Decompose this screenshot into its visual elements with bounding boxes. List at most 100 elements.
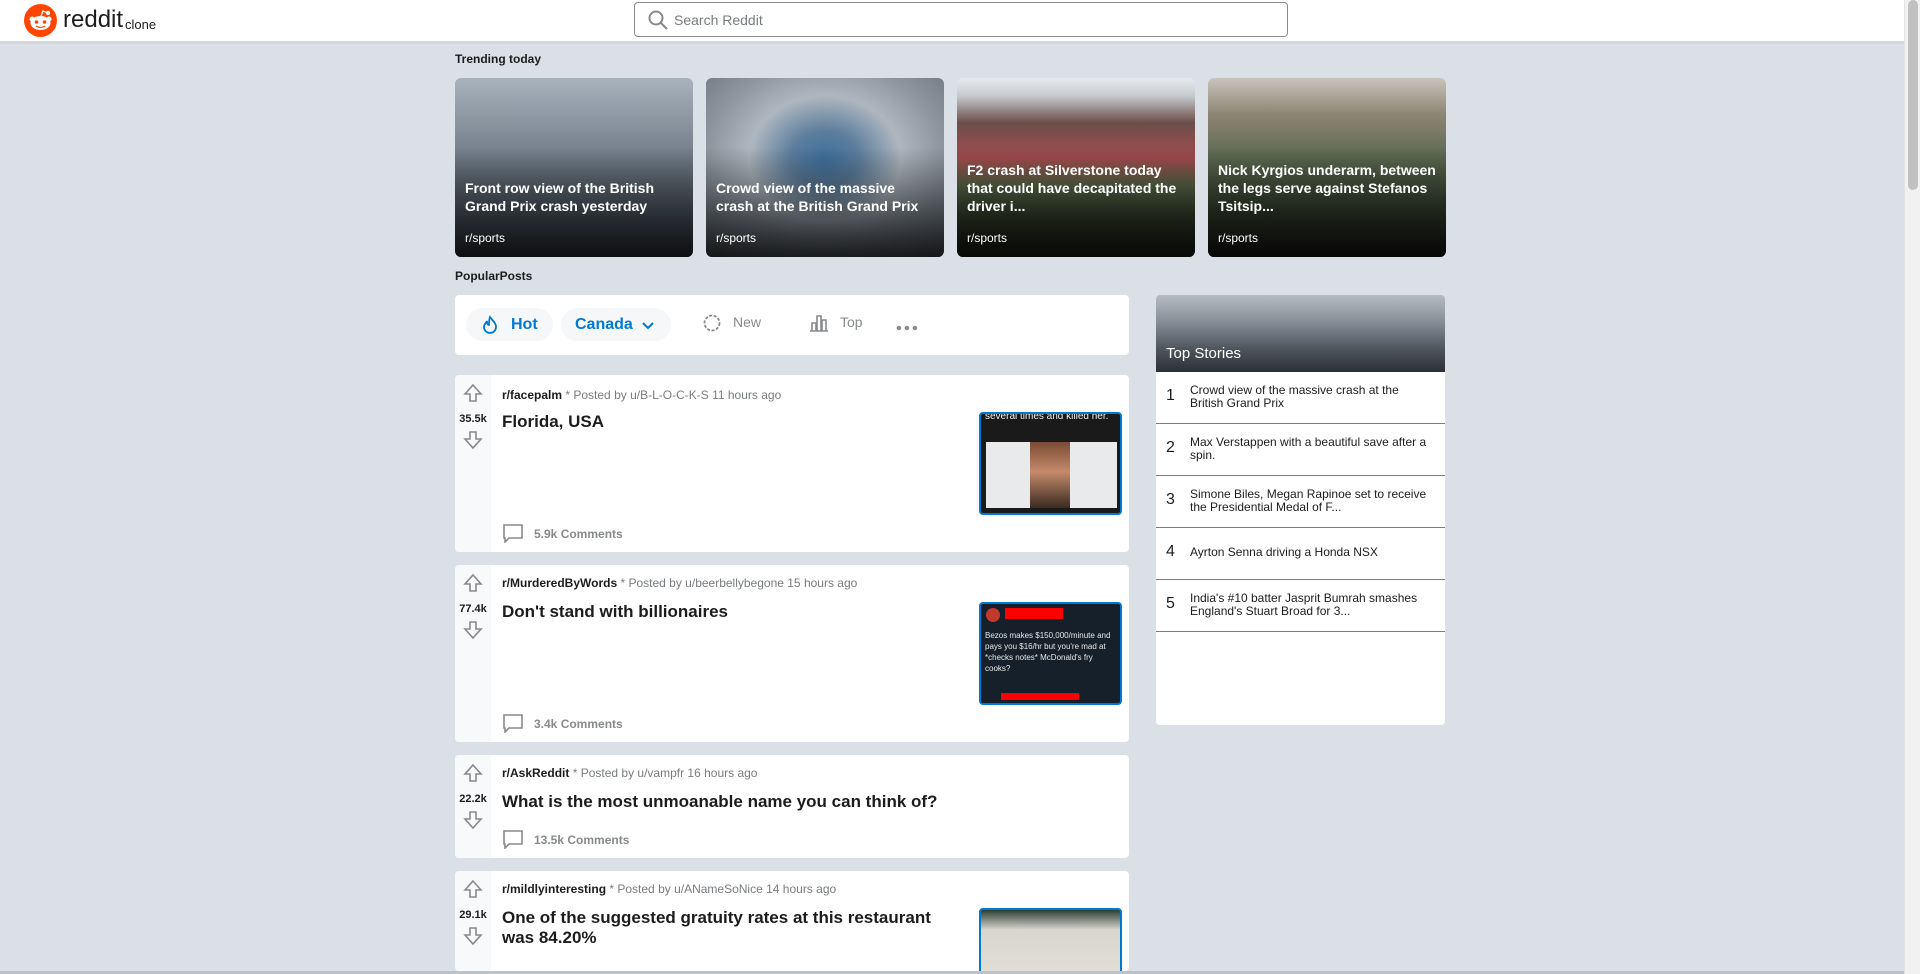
post-author-time: * Posted by u/ANameSoNice 14 hours ago: [606, 882, 837, 896]
top-stories-banner: Top Stories: [1156, 295, 1445, 372]
chevron-down-icon: [641, 319, 655, 337]
avatar: [986, 608, 1000, 622]
redacted-name: [1005, 608, 1063, 619]
post-subreddit[interactable]: r/MurderedByWords: [502, 576, 617, 590]
top-story-title: Ayrton Senna driving a Honda NSX: [1190, 545, 1378, 559]
trending-card[interactable]: Crowd view of the massive crash at the B…: [706, 78, 944, 257]
top-story-item[interactable]: 1 Crowd view of the massive crash at the…: [1156, 372, 1445, 424]
trending-card-title: Nick Kyrgios underarm, between the legs …: [1218, 162, 1436, 214]
trending-card-subreddit: r/sports: [967, 231, 1008, 245]
post-card[interactable]: 22.2k r/AskReddit * Posted by u/vampfr 1…: [455, 755, 1129, 858]
trending-card-subreddit: r/sports: [465, 231, 506, 245]
search-input[interactable]: [674, 9, 1274, 31]
redacted-footer: [1001, 693, 1079, 700]
hot-filter-label: Hot: [511, 316, 538, 333]
comments-button[interactable]: 5.9k Comments: [502, 523, 623, 546]
vote-count: 35.5k: [459, 413, 487, 425]
top-story-title: Crowd view of the massive crash at the B…: [1190, 383, 1399, 410]
top-story-rank: 5: [1166, 595, 1175, 612]
post-meta: r/mildlyinteresting * Posted by u/ANameS…: [502, 882, 836, 896]
comments-button[interactable]: 13.5k Comments: [502, 829, 629, 852]
trending-heading: Trending today: [455, 52, 542, 66]
search-bar[interactable]: [634, 2, 1288, 37]
bar-chart-icon[interactable]: [809, 313, 829, 338]
post-title[interactable]: Don't stand with billionaires: [502, 602, 962, 622]
top-header: reddit clone: [0, 0, 1904, 42]
upvote-icon[interactable]: [463, 879, 483, 904]
post-thumbnail[interactable]: Bezos makes $150,000/minute and pays you…: [979, 602, 1122, 705]
comment-count: 5.9k Comments: [534, 527, 623, 541]
upvote-icon[interactable]: [463, 573, 483, 598]
top-story-item[interactable]: 2 Max Verstappen with a beautiful save a…: [1156, 424, 1445, 476]
vote-column: 35.5k: [455, 375, 491, 552]
region-select[interactable]: Canada: [561, 308, 671, 341]
region-label: Canada: [575, 316, 633, 333]
top-filter-button[interactable]: Top: [840, 314, 863, 330]
top-story-item[interactable]: 3 Simone Biles, Megan Rapinoe set to rec…: [1156, 476, 1445, 528]
page-scrollbar[interactable]: [1904, 0, 1920, 974]
new-filter-button[interactable]: New: [733, 314, 761, 330]
vote-count: 29.1k: [459, 909, 487, 921]
comments-button[interactable]: 3.4k Comments: [502, 713, 623, 736]
new-icon[interactable]: [702, 313, 722, 338]
receipt-lines: [1021, 922, 1081, 971]
trending-card-title: Front row view of the British Grand Prix…: [465, 180, 655, 214]
trending-card-subreddit: r/sports: [1218, 231, 1259, 245]
comment-icon: [503, 714, 523, 734]
top-story-rank: 2: [1166, 439, 1175, 456]
downvote-icon[interactable]: [463, 810, 483, 835]
trending-card-subreddit: r/sports: [716, 231, 757, 245]
vote-count: 22.2k: [459, 793, 487, 805]
trending-card-title: F2 crash at Silverstone today that could…: [967, 162, 1177, 214]
popular-heading: PopularPosts: [455, 269, 533, 283]
post-title[interactable]: Florida, USA: [502, 412, 962, 432]
post-card[interactable]: 77.4k r/MurderedByWords * Posted by u/be…: [455, 565, 1129, 742]
hot-filter-button[interactable]: Hot: [466, 308, 553, 341]
top-story-rank: 3: [1166, 491, 1175, 508]
comment-icon: [503, 830, 523, 850]
top-story-rank: 4: [1166, 543, 1175, 560]
thumbnail-photo: [986, 442, 1117, 508]
top-story-title: India's #10 batter Jasprit Bumrah smashe…: [1190, 591, 1418, 618]
comment-count: 3.4k Comments: [534, 717, 623, 731]
post-author-time: * Posted by u/beerbellybegone 15 hours a…: [617, 576, 858, 590]
comment-count: 13.5k Comments: [534, 833, 630, 847]
top-story-title: Simone Biles, Megan Rapinoe set to recei…: [1190, 487, 1427, 514]
reddit-logo-icon[interactable]: [24, 4, 57, 37]
trending-card[interactable]: Nick Kyrgios underarm, between the legs …: [1208, 78, 1446, 257]
trending-card[interactable]: Front row view of the British Grand Prix…: [455, 78, 693, 257]
more-icon[interactable]: [896, 319, 918, 337]
post-title[interactable]: One of the suggested gratuity rates at t…: [502, 908, 962, 948]
post-card[interactable]: 35.5k r/facepalm * Posted by u/B-L-O-C-K…: [455, 375, 1129, 552]
post-subreddit[interactable]: r/mildlyinteresting: [502, 882, 606, 896]
upvote-icon[interactable]: [463, 383, 483, 408]
brand-subtitle: clone: [125, 17, 157, 32]
brand-name[interactable]: reddit: [63, 6, 123, 34]
vote-column: 29.1k: [455, 871, 491, 971]
post-subreddit[interactable]: r/facepalm: [502, 388, 562, 402]
comment-icon: [503, 524, 523, 544]
post-title[interactable]: What is the most unmoanable name you can…: [502, 792, 1102, 812]
post-author-time: * Posted by u/vampfr 16 hours ago: [569, 766, 758, 780]
feed-filter-bar: Hot Canada New Top: [455, 295, 1129, 355]
top-story-item[interactable]: 4 Ayrton Senna driving a Honda NSX: [1156, 528, 1445, 580]
post-subreddit[interactable]: r/AskReddit: [502, 766, 569, 780]
post-card[interactable]: 29.1k r/mildlyinteresting * Posted by u/…: [455, 871, 1129, 971]
post-meta: r/facepalm * Posted by u/B-L-O-C-K-S 11 …: [502, 388, 781, 402]
vote-count: 77.4k: [459, 603, 487, 615]
search-icon: [647, 9, 669, 36]
downvote-icon[interactable]: [463, 926, 483, 951]
top-story-title: Max Verstappen with a beautiful save aft…: [1190, 435, 1427, 462]
scrollbar-thumb[interactable]: [1908, 0, 1918, 190]
downvote-icon[interactable]: [463, 620, 483, 645]
trending-card[interactable]: F2 crash at Silverstone today that could…: [957, 78, 1195, 257]
post-thumbnail[interactable]: several times and killed her.: [979, 412, 1122, 515]
top-story-rank: 1: [1166, 387, 1175, 404]
post-thumbnail[interactable]: [979, 908, 1122, 971]
downvote-icon[interactable]: [463, 430, 483, 455]
post-meta: r/AskReddit * Posted by u/vampfr 16 hour…: [502, 766, 757, 780]
top-stories-panel: Top Stories 1 Crowd view of the massive …: [1156, 295, 1445, 725]
upvote-icon[interactable]: [463, 763, 483, 788]
top-stories-heading: Top Stories: [1166, 345, 1242, 362]
top-story-item[interactable]: 5 India's #10 batter Jasprit Bumrah smas…: [1156, 580, 1445, 632]
